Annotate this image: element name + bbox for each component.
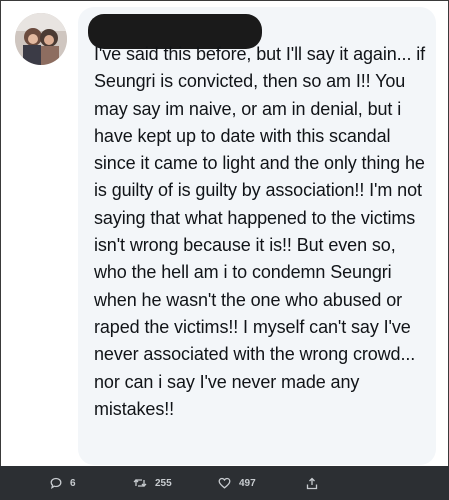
retweet-count: 255	[155, 477, 172, 489]
reply-count: 6	[70, 477, 76, 489]
like-count: 497	[239, 477, 256, 489]
reply-icon	[50, 477, 62, 489]
reply-button[interactable]: 6	[50, 475, 76, 491]
share-icon	[306, 477, 318, 489]
like-icon	[218, 477, 231, 489]
tweet-action-bar: 6 255 497	[0, 466, 449, 500]
tweet-text: I've said this before, but I'll say it a…	[94, 44, 426, 419]
retweet-icon	[133, 479, 147, 487]
avatar[interactable]	[15, 13, 67, 65]
share-button[interactable]	[306, 475, 318, 491]
like-button[interactable]: 497	[218, 475, 256, 491]
retweet-button[interactable]: 255	[133, 475, 172, 491]
profile-photo-icon	[15, 13, 67, 65]
tweet-frame: I've said this before, but I'll say it a…	[0, 0, 449, 500]
